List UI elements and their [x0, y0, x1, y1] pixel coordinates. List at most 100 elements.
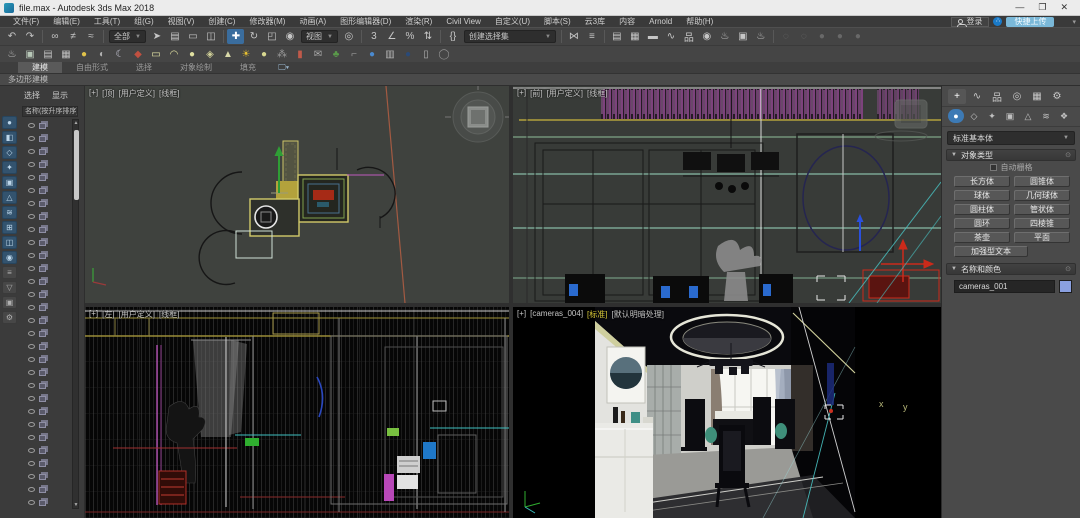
visibility-eye-icon[interactable] [28, 474, 35, 479]
object-type-rollout[interactable]: ▼ 对象类型 ⊙ [946, 149, 1076, 161]
filter-icon[interactable]: ▽ [2, 281, 17, 294]
moon-icon[interactable]: ☾ [112, 47, 129, 62]
spinner-snap-icon[interactable]: ⇅ [419, 29, 436, 44]
scroll-down-arrow[interactable]: ▼ [73, 502, 79, 508]
viewport-label-segment[interactable]: [+] [517, 309, 526, 320]
gem-primitive-icon[interactable]: ◈ [202, 47, 219, 62]
display-xrefs-icon[interactable]: ◫ [2, 236, 17, 249]
visibility-eye-icon[interactable] [28, 422, 35, 427]
scene-object-row[interactable] [22, 145, 70, 158]
region-rect-icon[interactable]: ▭ [184, 29, 201, 44]
name-column-header[interactable]: 名称(按升序排序) [22, 106, 78, 117]
scene-object-row[interactable] [22, 392, 70, 405]
visibility-eye-icon[interactable] [28, 201, 35, 206]
display-helpers-icon[interactable]: △ [2, 191, 17, 204]
ribbon-display-toggle[interactable]: 🖵▾ [278, 62, 289, 73]
motion-tab[interactable]: ◎ [1008, 89, 1026, 104]
visibility-eye-icon[interactable] [28, 188, 35, 193]
visibility-eye-icon[interactable] [28, 396, 35, 401]
primitive-button[interactable]: 管状体 [1014, 204, 1070, 215]
geometry-category-icon[interactable]: ● [948, 109, 964, 123]
scene-object-row[interactable] [22, 275, 70, 288]
doc-icon[interactable]: ▯ [418, 47, 435, 62]
scene-explorer-toggle-icon[interactable]: ▤ [608, 29, 625, 44]
spray-icon[interactable]: ⌐ [346, 47, 363, 62]
scrollbar-thumb[interactable] [73, 130, 79, 200]
ribbon-tab[interactable]: 建模 [18, 62, 62, 73]
light-lister-icon[interactable]: ● [76, 47, 93, 62]
hierarchy-tab[interactable]: 品 [988, 89, 1006, 104]
scene-object-row[interactable] [22, 223, 70, 236]
viewport-label-segment[interactable]: [线框] [159, 88, 179, 99]
viewport-label-segment[interactable]: [线框] [159, 309, 179, 320]
visibility-eye-icon[interactable] [28, 214, 35, 219]
viewport-label-segment[interactable]: [前] [530, 88, 542, 99]
primitive-button[interactable]: 茶壶 [954, 232, 1010, 243]
visibility-eye-icon[interactable] [28, 253, 35, 258]
viewport-label-segment[interactable]: [cameras_004] [530, 309, 583, 320]
viewport-left[interactable]: [+] [左] [用户定义] [线框] [85, 307, 509, 518]
select-scale-icon[interactable]: ◰ [263, 29, 280, 44]
scene-object-row[interactable] [22, 470, 70, 483]
modify-tab[interactable]: ∿ [968, 89, 986, 104]
ribbon-tab[interactable]: 对象绘制 [166, 62, 226, 73]
select-link-icon[interactable]: ∞ [47, 29, 64, 44]
rendered-frame-icon[interactable]: ▣ [734, 29, 751, 44]
render-list-icon[interactable]: ▤ [40, 47, 57, 62]
menu-item[interactable]: 渲染(R) [398, 17, 439, 26]
cameras-category-icon[interactable]: ▣ [1002, 109, 1018, 123]
edit-named-sets-icon[interactable]: {} [444, 29, 461, 44]
menu-item[interactable]: 视图(V) [161, 17, 202, 26]
scene-object-row[interactable] [22, 262, 70, 275]
mirror-icon[interactable]: ⋈ [565, 29, 582, 44]
use-center-icon[interactable]: ◎ [340, 29, 357, 44]
scene-object-row[interactable] [22, 327, 70, 340]
blue-ball-icon[interactable]: ● [364, 47, 381, 62]
scene-object-row[interactable] [22, 301, 70, 314]
scene-object-row[interactable] [22, 496, 70, 509]
minimize-button[interactable]: — [1015, 2, 1024, 13]
plant-icon[interactable]: ♣ [328, 47, 345, 62]
percent-snap-icon[interactable]: % [401, 29, 418, 44]
scene-object-row[interactable] [22, 366, 70, 379]
shapes-category-icon[interactable]: ◇ [966, 109, 982, 123]
capsule-red-icon[interactable]: ▮ [292, 47, 309, 62]
mail-icon[interactable]: ✉ [310, 47, 327, 62]
menu-item[interactable]: 文件(F) [6, 17, 46, 26]
save-slot-icon[interactable]: ▥ [382, 47, 399, 62]
menu-item[interactable]: Arnold [642, 17, 679, 26]
align-icon[interactable]: ≡ [583, 29, 600, 44]
display-tab[interactable]: ▦ [1028, 89, 1046, 104]
scene-object-row[interactable] [22, 132, 70, 145]
scene-object-row[interactable] [22, 457, 70, 470]
display-geometry-icon[interactable]: ◧ [2, 131, 17, 144]
select-rotate-icon[interactable]: ↻ [245, 29, 262, 44]
maximize-button[interactable]: ❐ [1038, 2, 1046, 13]
display-groups-icon[interactable]: ⊞ [2, 221, 17, 234]
angle-snap-icon[interactable]: ∠ [383, 29, 400, 44]
visibility-eye-icon[interactable] [28, 344, 35, 349]
select-object-icon[interactable]: ➤ [148, 29, 165, 44]
scene-object-row[interactable] [22, 236, 70, 249]
display-shapes-icon[interactable]: ◇ [2, 146, 17, 159]
menu-item[interactable]: 帮助(H) [679, 17, 720, 26]
scene-object-row[interactable] [22, 288, 70, 301]
menu-item[interactable]: 编辑(E) [46, 17, 87, 26]
visibility-eye-icon[interactable] [28, 279, 35, 284]
scatter-icon[interactable]: ⁂ [274, 47, 291, 62]
utilities-tab[interactable]: ⚙ [1048, 89, 1066, 104]
dark-sphere-icon[interactable]: ● [400, 47, 417, 62]
select-by-name-icon[interactable]: ▤ [166, 29, 183, 44]
autogrid-checkbox[interactable] [989, 164, 997, 171]
viewport-label-segment[interactable]: [+] [517, 88, 526, 99]
scene-explorer-tab[interactable]: 选择 [24, 90, 40, 101]
viewport-label-segment[interactable]: [用户定义] [119, 88, 155, 99]
close-button[interactable]: ✕ [1060, 2, 1068, 13]
unlink-icon[interactable]: ≠ [65, 29, 82, 44]
gift-red-icon[interactable]: ◆ [130, 47, 147, 62]
upload-button[interactable]: 快捷上传 [1006, 16, 1055, 27]
ribbon-tab[interactable]: 填充 [226, 62, 270, 73]
visibility-eye-icon[interactable] [28, 305, 35, 310]
visibility-eye-icon[interactable] [28, 487, 35, 492]
toolbar-overflow-caret[interactable]: ▾ [1058, 18, 1076, 26]
